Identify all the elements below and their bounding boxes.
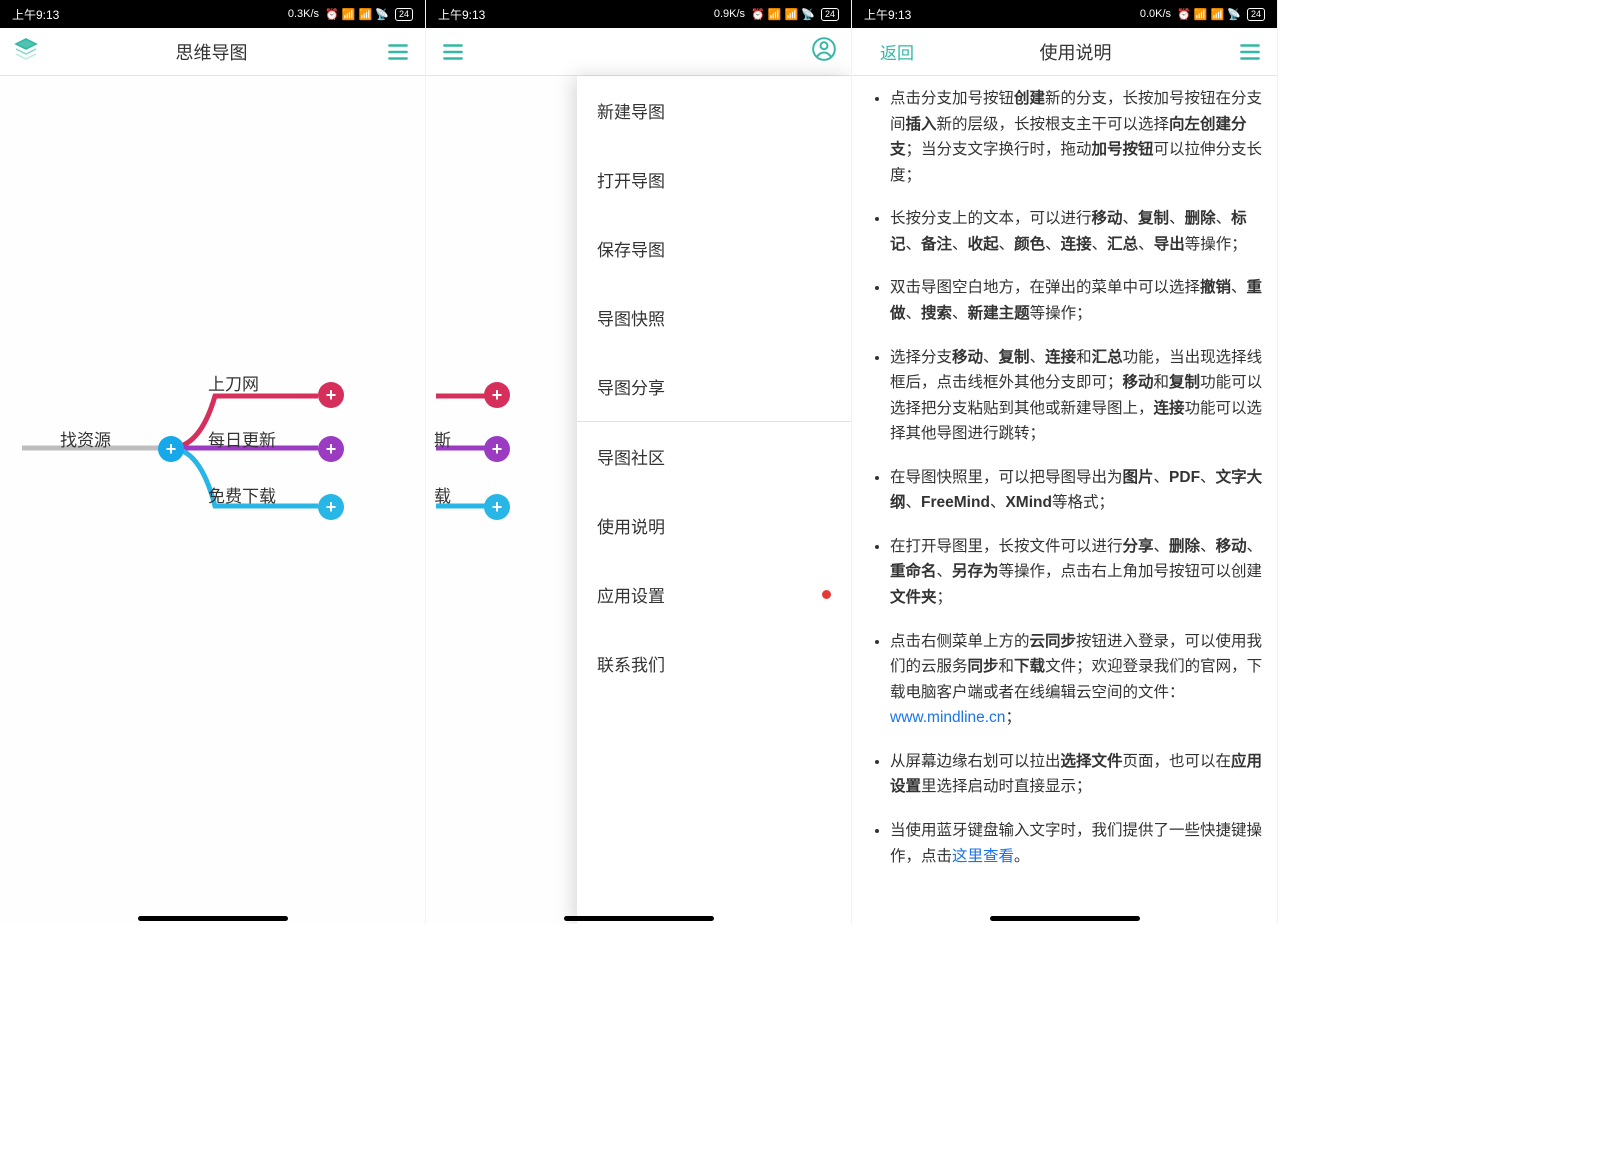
user-icon[interactable] <box>811 36 837 67</box>
branch-add-button[interactable] <box>318 382 344 408</box>
home-indicator <box>564 916 714 921</box>
menu-icon[interactable] <box>385 39 411 65</box>
help-list-item: 点击右侧菜单上方的云同步按钮进入登录，可以使用我们的云服务同步和下载文件；欢迎登… <box>890 629 1263 731</box>
status-bar: 上午9:13 0.9K/s ⏰ 📶 📶 📡 24 <box>426 0 851 28</box>
branch-add-button[interactable] <box>484 494 510 520</box>
help-list-item: 在打开导图里，长按文件可以进行分享、删除、移动、重命名、另存为等操作，点击右上角… <box>890 534 1263 611</box>
help-link[interactable]: 这里查看 <box>952 848 1014 865</box>
menu-item-new[interactable]: 新建导图 <box>577 76 851 145</box>
status-speed: 0.0K/s <box>1140 8 1171 20</box>
branch-add-button[interactable] <box>318 494 344 520</box>
menu-item-open[interactable]: 打开导图 <box>577 145 851 214</box>
menu-item-settings[interactable]: 应用设置 <box>577 560 851 629</box>
home-indicator <box>138 916 288 921</box>
status-icons: ⏰ 📶 📶 📡 <box>1177 8 1241 21</box>
branch-label: 载 <box>434 482 451 507</box>
phone-3: 上午9:13 0.0K/s ⏰ 📶 📶 📡 24 返回 使用说明 点击分支加号按… <box>852 0 1278 924</box>
app-header: 返回 使用说明 <box>852 28 1277 76</box>
root-add-button[interactable] <box>158 436 184 462</box>
menu-item-share[interactable]: 导图分享 <box>577 352 851 421</box>
menu-item-snapshot[interactable]: 导图快照 <box>577 283 851 352</box>
status-time: 上午9:13 <box>12 6 59 23</box>
branch-label[interactable]: 上刀网 <box>208 370 259 395</box>
status-icons: ⏰ 📶 📶 📡 <box>325 8 389 21</box>
status-time: 上午9:13 <box>438 6 485 23</box>
status-speed: 0.9K/s <box>714 8 745 20</box>
phone-1: 上午9:13 0.3K/s ⏰ 📶 📶 📡 24 思维导图 <box>0 0 426 924</box>
root-node-label[interactable]: 找资源 <box>60 426 111 451</box>
notification-dot-icon <box>822 590 831 599</box>
status-bar: 上午9:13 0.3K/s ⏰ 📶 📶 📡 24 <box>0 0 425 28</box>
help-content[interactable]: 点击分支加号按钮创建新的分支，长按加号按钮在分支间插入新的层级，长按根支主干可以… <box>852 76 1277 924</box>
branch-label[interactable]: 免费下载 <box>208 482 276 507</box>
status-time: 上午9:13 <box>864 6 911 23</box>
mindmap-canvas[interactable]: 找资源 上刀网 每日更新 免费下载 <box>0 76 425 924</box>
layers-icon[interactable] <box>14 37 38 66</box>
left-menu-icon[interactable] <box>440 39 466 65</box>
app-header: 思维导图 <box>0 28 425 76</box>
home-indicator <box>990 916 1140 921</box>
menu-icon[interactable] <box>1237 39 1263 65</box>
help-list-item: 选择分支移动、复制、连接和汇总功能，当出现选择线框后，点击线框外其他分支即可；移… <box>890 345 1263 447</box>
help-list-item: 双击导图空白地方，在弹出的菜单中可以选择撤销、重做、搜索、新建主题等操作； <box>890 275 1263 326</box>
branch-label: 斯 <box>434 426 451 451</box>
page-title: 使用说明 <box>1040 39 1112 65</box>
page-title: 思维导图 <box>176 39 248 65</box>
branch-add-button[interactable] <box>484 436 510 462</box>
help-list-item: 在导图快照里，可以把导图导出为图片、PDF、文字大纲、FreeMind、XMin… <box>890 465 1263 516</box>
menu-item-community[interactable]: 导图社区 <box>577 422 851 491</box>
battery-level: 24 <box>395 8 413 21</box>
menu-item-contact[interactable]: 联系我们 <box>577 629 851 698</box>
battery-level: 24 <box>1247 8 1265 21</box>
status-speed: 0.3K/s <box>288 8 319 20</box>
branch-add-button[interactable] <box>318 436 344 462</box>
branch-label[interactable]: 每日更新 <box>208 426 276 451</box>
menu-item-help[interactable]: 使用说明 <box>577 491 851 560</box>
canvas-vestige: 斯 载 <box>426 76 578 924</box>
status-bar: 上午9:13 0.0K/s ⏰ 📶 📶 📡 24 <box>852 0 1277 28</box>
menu-item-save[interactable]: 保存导图 <box>577 214 851 283</box>
battery-level: 24 <box>821 8 839 21</box>
help-list-item: 长按分支上的文本，可以进行移动、复制、删除、标记、备注、收起、颜色、连接、汇总、… <box>890 206 1263 257</box>
help-link[interactable]: www.mindline.cn <box>890 709 1005 726</box>
phone-2: 上午9:13 0.9K/s ⏰ 📶 📶 📡 24 斯 载 新建导图 打开导图 <box>426 0 852 924</box>
back-button[interactable]: 返回 <box>880 39 914 64</box>
status-icons: ⏰ 📶 📶 📡 <box>751 8 815 21</box>
help-list-item: 点击分支加号按钮创建新的分支，长按加号按钮在分支间插入新的层级，长按根支主干可以… <box>890 86 1263 188</box>
branch-add-button[interactable] <box>484 382 510 408</box>
help-list-item: 当使用蓝牙键盘输入文字时，我们提供了一些快捷键操作，点击这里查看。 <box>890 818 1263 869</box>
help-list-item: 从屏幕边缘右划可以拉出选择文件页面，也可以在应用设置里选择启动时直接显示； <box>890 749 1263 800</box>
side-menu: 新建导图 打开导图 保存导图 导图快照 导图分享 导图社区 使用说明 应用设置 … <box>577 76 851 924</box>
app-header <box>426 28 851 76</box>
